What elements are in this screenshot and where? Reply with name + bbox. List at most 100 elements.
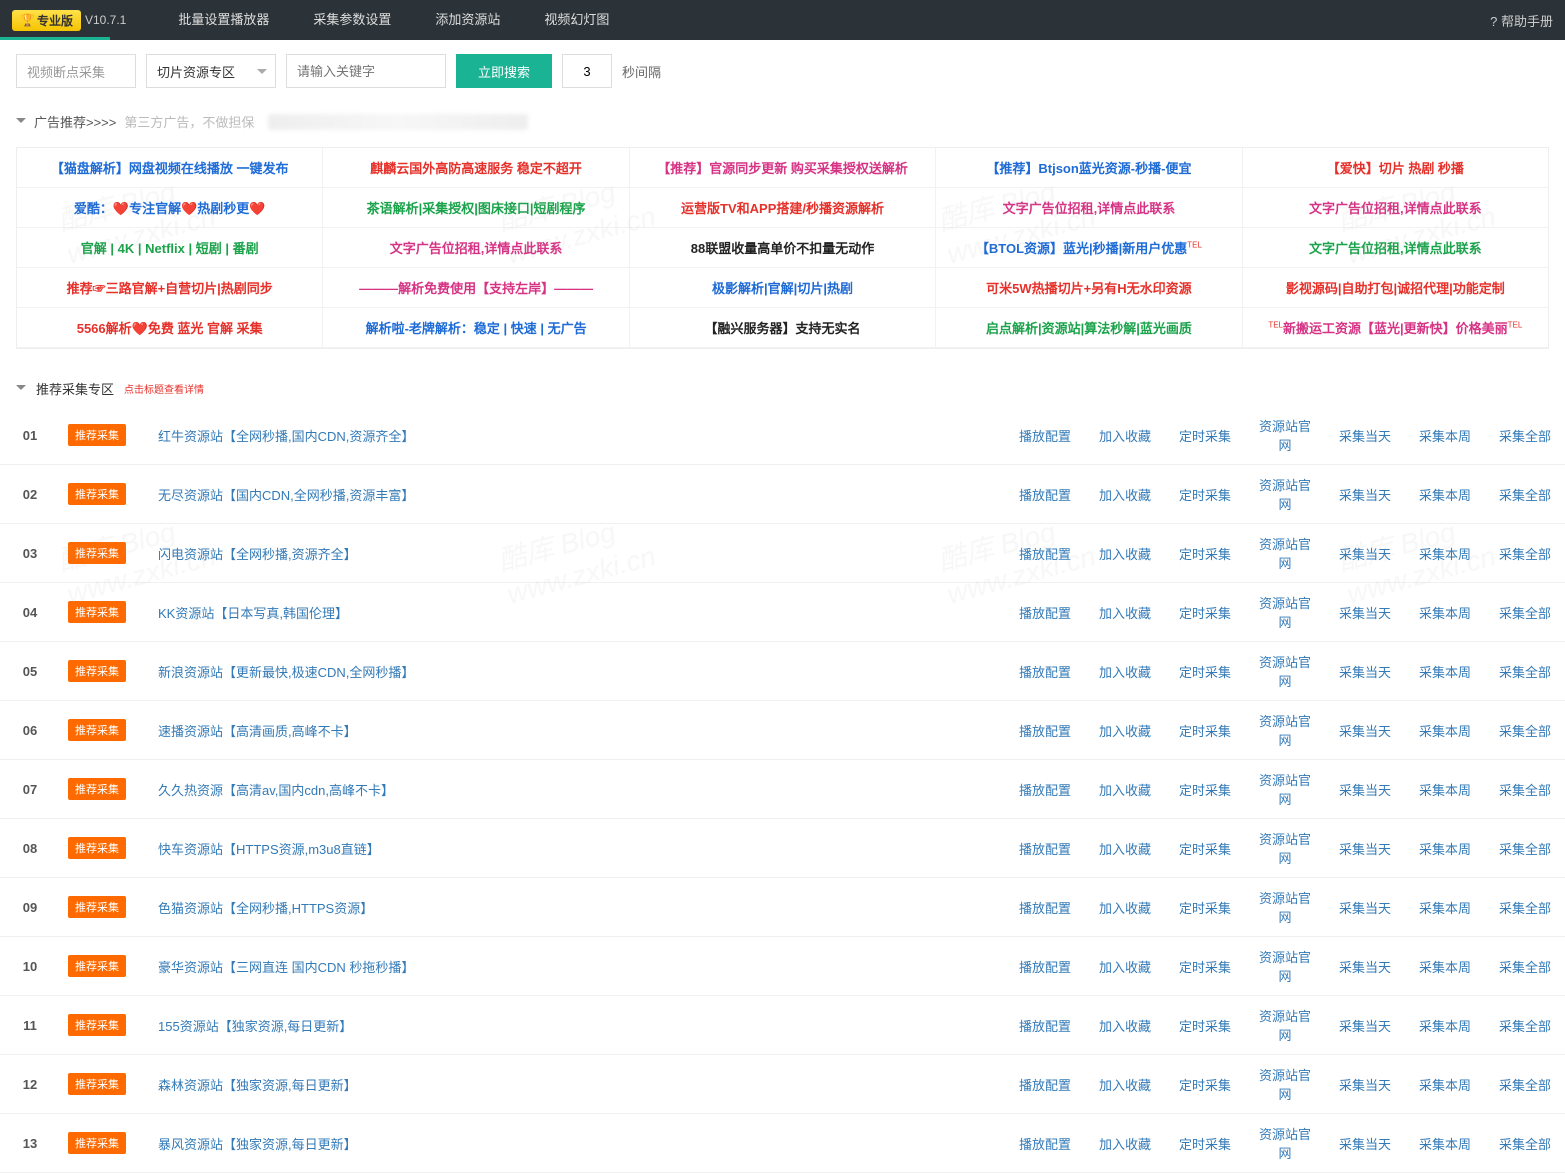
action-link-3[interactable]: 资源站官网 bbox=[1259, 714, 1311, 748]
action-link-6[interactable]: 采集全部 bbox=[1499, 606, 1551, 621]
ad-link[interactable]: 【BTOL资源】蓝光|秒播|新用户优惠TEL bbox=[936, 228, 1242, 268]
action-link-4[interactable]: 采集当天 bbox=[1339, 1137, 1391, 1152]
action-link-4[interactable]: 采集当天 bbox=[1339, 1078, 1391, 1093]
ad-link[interactable]: 【爱快】切片 热剧 秒播 bbox=[1243, 148, 1548, 188]
help-manual-link[interactable]: 帮助手册 bbox=[1490, 11, 1553, 30]
action-link-2[interactable]: 定时采集 bbox=[1179, 1137, 1231, 1152]
action-link-1[interactable]: 加入收藏 bbox=[1099, 1137, 1151, 1152]
action-link-4[interactable]: 采集当天 bbox=[1339, 901, 1391, 916]
action-link-0[interactable]: 播放配置 bbox=[1019, 783, 1071, 798]
action-link-4[interactable]: 采集当天 bbox=[1339, 547, 1391, 562]
list-section-header[interactable]: 推荐采集专区 点击标题查看详情 bbox=[0, 365, 1565, 406]
interval-input[interactable] bbox=[562, 54, 612, 88]
action-link-4[interactable]: 采集当天 bbox=[1339, 783, 1391, 798]
nav-collect-params[interactable]: 采集参数设置 bbox=[291, 0, 413, 40]
action-link-2[interactable]: 定时采集 bbox=[1179, 960, 1231, 975]
action-link-1[interactable]: 加入收藏 bbox=[1099, 783, 1151, 798]
action-link-2[interactable]: 定时采集 bbox=[1179, 429, 1231, 444]
action-link-1[interactable]: 加入收藏 bbox=[1099, 901, 1151, 916]
ad-link[interactable]: 文字广告位招租,详情点此联系 bbox=[1243, 188, 1548, 228]
action-link-3[interactable]: 资源站官网 bbox=[1259, 773, 1311, 807]
action-link-1[interactable]: 加入收藏 bbox=[1099, 724, 1151, 739]
action-link-2[interactable]: 定时采集 bbox=[1179, 488, 1231, 503]
ad-link[interactable]: 推荐☞三路官解+自营切片|热剧同步 bbox=[17, 268, 323, 308]
action-link-0[interactable]: 播放配置 bbox=[1019, 1137, 1071, 1152]
action-link-2[interactable]: 定时采集 bbox=[1179, 547, 1231, 562]
action-link-5[interactable]: 采集本周 bbox=[1419, 606, 1471, 621]
resource-link[interactable]: 色猫资源站【全网秒播,HTTPS资源】 bbox=[158, 901, 373, 916]
action-link-5[interactable]: 采集本周 bbox=[1419, 1137, 1471, 1152]
ad-link[interactable]: 文字广告位招租,详情点此联系 bbox=[1243, 228, 1548, 268]
action-link-6[interactable]: 采集全部 bbox=[1499, 547, 1551, 562]
ad-link[interactable]: 【融兴服务器】支持无实名 bbox=[630, 308, 936, 348]
ad-link[interactable]: 【猫盘解析】网盘视频在线播放 一键发布 bbox=[17, 148, 323, 188]
action-link-1[interactable]: 加入收藏 bbox=[1099, 842, 1151, 857]
resource-link[interactable]: 久久热资源【高清av,国内cdn,高峰不卡】 bbox=[158, 783, 394, 798]
action-link-6[interactable]: 采集全部 bbox=[1499, 842, 1551, 857]
ad-link[interactable]: 启点解析|资源站|算法秒解|蓝光画质 bbox=[936, 308, 1242, 348]
nav-add-source[interactable]: 添加资源站 bbox=[413, 0, 522, 40]
action-link-0[interactable]: 播放配置 bbox=[1019, 901, 1071, 916]
mode-input[interactable]: 视频断点采集 bbox=[16, 54, 136, 88]
resource-link[interactable]: 155资源站【独家资源,每日更新】 bbox=[158, 1019, 352, 1034]
action-link-5[interactable]: 采集本周 bbox=[1419, 724, 1471, 739]
action-link-2[interactable]: 定时采集 bbox=[1179, 842, 1231, 857]
action-link-5[interactable]: 采集本周 bbox=[1419, 547, 1471, 562]
action-link-2[interactable]: 定时采集 bbox=[1179, 1078, 1231, 1093]
resource-link[interactable]: 豪华资源站【三网直连 国内CDN 秒拖秒播】 bbox=[158, 960, 414, 975]
resource-link[interactable]: 新浪资源站【更新最快,极速CDN,全网秒播】 bbox=[158, 665, 414, 680]
action-link-3[interactable]: 资源站官网 bbox=[1259, 1068, 1311, 1102]
action-link-1[interactable]: 加入收藏 bbox=[1099, 606, 1151, 621]
action-link-3[interactable]: 资源站官网 bbox=[1259, 1127, 1311, 1161]
action-link-5[interactable]: 采集本周 bbox=[1419, 901, 1471, 916]
ad-link[interactable]: 文字广告位招租,详情点此联系 bbox=[323, 228, 629, 268]
action-link-3[interactable]: 资源站官网 bbox=[1259, 891, 1311, 925]
action-link-3[interactable]: 资源站官网 bbox=[1259, 1009, 1311, 1043]
action-link-0[interactable]: 播放配置 bbox=[1019, 547, 1071, 562]
action-link-5[interactable]: 采集本周 bbox=[1419, 429, 1471, 444]
action-link-0[interactable]: 播放配置 bbox=[1019, 1019, 1071, 1034]
action-link-1[interactable]: 加入收藏 bbox=[1099, 547, 1151, 562]
resource-link[interactable]: 快车资源站【HTTPS资源,m3u8直链】 bbox=[158, 842, 380, 857]
ad-link[interactable]: 爱酷：❤️专注官解❤️热剧秒更❤️ bbox=[17, 188, 323, 228]
action-link-6[interactable]: 采集全部 bbox=[1499, 488, 1551, 503]
action-link-4[interactable]: 采集当天 bbox=[1339, 724, 1391, 739]
action-link-3[interactable]: 资源站官网 bbox=[1259, 655, 1311, 689]
action-link-4[interactable]: 采集当天 bbox=[1339, 488, 1391, 503]
action-link-1[interactable]: 加入收藏 bbox=[1099, 665, 1151, 680]
action-link-2[interactable]: 定时采集 bbox=[1179, 783, 1231, 798]
action-link-3[interactable]: 资源站官网 bbox=[1259, 419, 1311, 453]
ad-link[interactable]: 茶语解析|采集授权|图床接口|短剧程序 bbox=[323, 188, 629, 228]
ad-link[interactable]: 【推荐】官源同步更新 购买采集授权送解析 bbox=[630, 148, 936, 188]
action-link-1[interactable]: 加入收藏 bbox=[1099, 1078, 1151, 1093]
ad-link[interactable]: ———解析免费使用【支持左岸】——— bbox=[323, 268, 629, 308]
action-link-1[interactable]: 加入收藏 bbox=[1099, 429, 1151, 444]
action-link-4[interactable]: 采集当天 bbox=[1339, 1019, 1391, 1034]
action-link-0[interactable]: 播放配置 bbox=[1019, 842, 1071, 857]
action-link-0[interactable]: 播放配置 bbox=[1019, 429, 1071, 444]
action-link-3[interactable]: 资源站官网 bbox=[1259, 950, 1311, 984]
ad-link[interactable]: 解析啦-老牌解析：稳定 | 快速 | 无广告 bbox=[323, 308, 629, 348]
action-link-0[interactable]: 播放配置 bbox=[1019, 665, 1071, 680]
action-link-6[interactable]: 采集全部 bbox=[1499, 901, 1551, 916]
action-link-6[interactable]: 采集全部 bbox=[1499, 724, 1551, 739]
action-link-5[interactable]: 采集本周 bbox=[1419, 1019, 1471, 1034]
action-link-6[interactable]: 采集全部 bbox=[1499, 1019, 1551, 1034]
ad-link[interactable]: 文字广告位招租,详情点此联系 bbox=[936, 188, 1242, 228]
action-link-5[interactable]: 采集本周 bbox=[1419, 1078, 1471, 1093]
action-link-4[interactable]: 采集当天 bbox=[1339, 429, 1391, 444]
action-link-0[interactable]: 播放配置 bbox=[1019, 1078, 1071, 1093]
resource-link[interactable]: 速播资源站【高清画质,高峰不卡】 bbox=[158, 724, 357, 739]
resource-link[interactable]: 无尽资源站【国内CDN,全网秒播,资源丰富】 bbox=[158, 488, 414, 503]
resource-link[interactable]: 暴风资源站【独家资源,每日更新】 bbox=[158, 1137, 357, 1152]
category-select[interactable]: 切片资源专区 bbox=[146, 54, 276, 88]
nav-video-slide[interactable]: 视频幻灯图 bbox=[522, 0, 631, 40]
action-link-5[interactable]: 采集本周 bbox=[1419, 842, 1471, 857]
action-link-2[interactable]: 定时采集 bbox=[1179, 724, 1231, 739]
action-link-5[interactable]: 采集本周 bbox=[1419, 488, 1471, 503]
ad-link[interactable]: 影视源码|自助打包|诚招代理|功能定制 bbox=[1243, 268, 1548, 308]
ad-link[interactable]: 极影解析|官解|切片|热剧 bbox=[630, 268, 936, 308]
ad-link[interactable]: 可米5W热播切片+另有H无水印资源 bbox=[936, 268, 1242, 308]
action-link-3[interactable]: 资源站官网 bbox=[1259, 537, 1311, 571]
action-link-6[interactable]: 采集全部 bbox=[1499, 1078, 1551, 1093]
